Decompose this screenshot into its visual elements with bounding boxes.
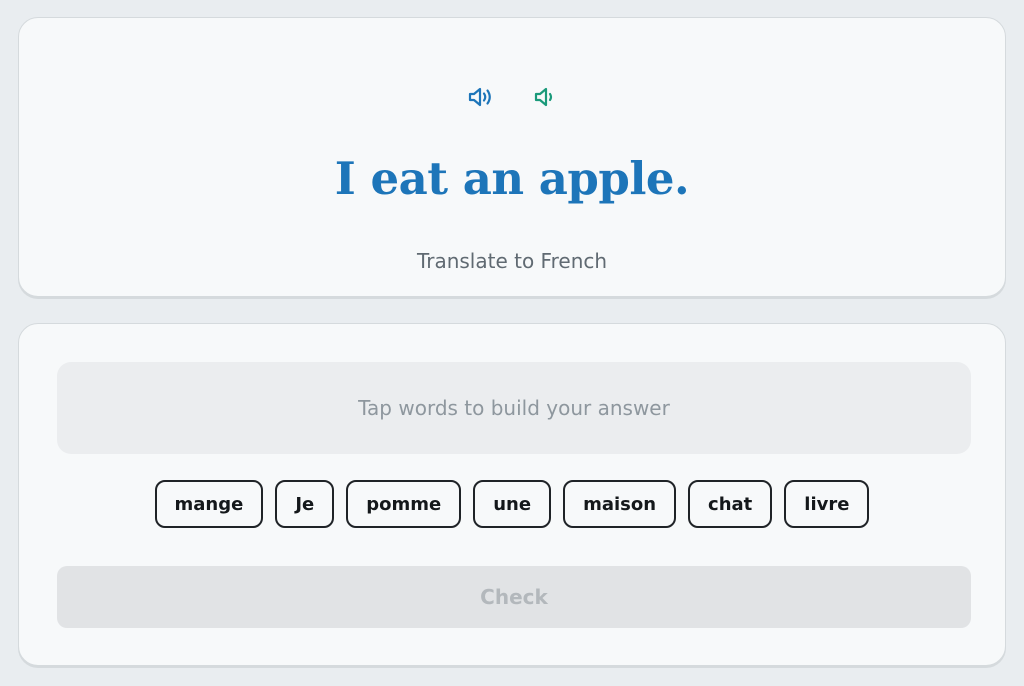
- audio-controls: [19, 82, 1005, 112]
- instruction-text: Translate to French: [416, 249, 608, 273]
- word-chip[interactable]: maison: [563, 480, 677, 528]
- word-chip[interactable]: une: [473, 480, 552, 528]
- word-chip[interactable]: livre: [784, 480, 870, 528]
- word-chip[interactable]: chat: [688, 480, 773, 528]
- answer-placeholder: Tap words to build your answer: [358, 396, 670, 420]
- answer-drop-zone[interactable]: Tap words to build your answer: [57, 362, 971, 454]
- prompt-sentence: I eat an apple.: [334, 152, 690, 205]
- check-button[interactable]: Check: [57, 566, 971, 628]
- speaker-loud-icon[interactable]: [465, 82, 495, 112]
- answer-card: Tap words to build your answer mange Je …: [18, 323, 1006, 666]
- word-bank: mange Je pomme une maison chat livre: [19, 480, 1005, 528]
- prompt-card: I eat an apple. Translate to French: [18, 17, 1006, 297]
- word-chip[interactable]: Je: [275, 480, 335, 528]
- word-chip[interactable]: mange: [154, 480, 264, 528]
- speaker-soft-icon[interactable]: [529, 82, 559, 112]
- word-chip[interactable]: pomme: [346, 480, 462, 528]
